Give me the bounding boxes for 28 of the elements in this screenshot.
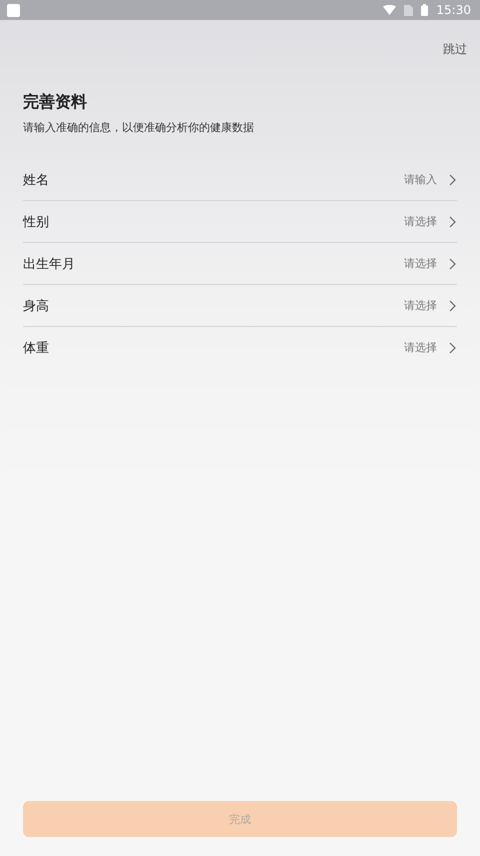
form-row[interactable]: 性别 请选择 [23,201,457,243]
field-label: 性别 [23,214,50,230]
battery-icon [421,4,428,16]
field-label: 体重 [23,340,50,356]
field-placeholder: 请输入 [404,172,437,187]
field-label: 身高 [23,298,50,314]
form-row[interactable]: 身高 请选择 [23,285,457,327]
wifi-icon [383,5,396,15]
field-label: 出生年月 [23,256,76,272]
chevron-right-icon [449,216,456,228]
field-placeholder: 请选择 [404,340,437,355]
form-row[interactable]: 体重 请选择 [23,327,457,368]
skip-link[interactable]: 跳过 [443,41,467,58]
chevron-right-icon [449,300,456,312]
field-label: 姓名 [23,172,50,188]
field-placeholder: 请选择 [404,298,437,313]
page-title: 完善资料 [23,92,88,113]
app-icon [7,4,20,16]
chevron-right-icon [449,342,456,354]
chevron-right-icon [449,174,456,186]
field-placeholder: 请选择 [404,256,437,271]
no-sim-icon [404,4,414,16]
page-subtitle: 请输入准确的信息，以便准确分析你的健康数据 [23,120,255,135]
chevron-right-icon [449,258,456,270]
field-placeholder: 请选择 [404,214,437,229]
form-row[interactable]: 姓名 请输入 [23,159,457,201]
status-time: 15:30 [436,3,471,17]
form-row[interactable]: 出生年月 请选择 [23,243,457,285]
